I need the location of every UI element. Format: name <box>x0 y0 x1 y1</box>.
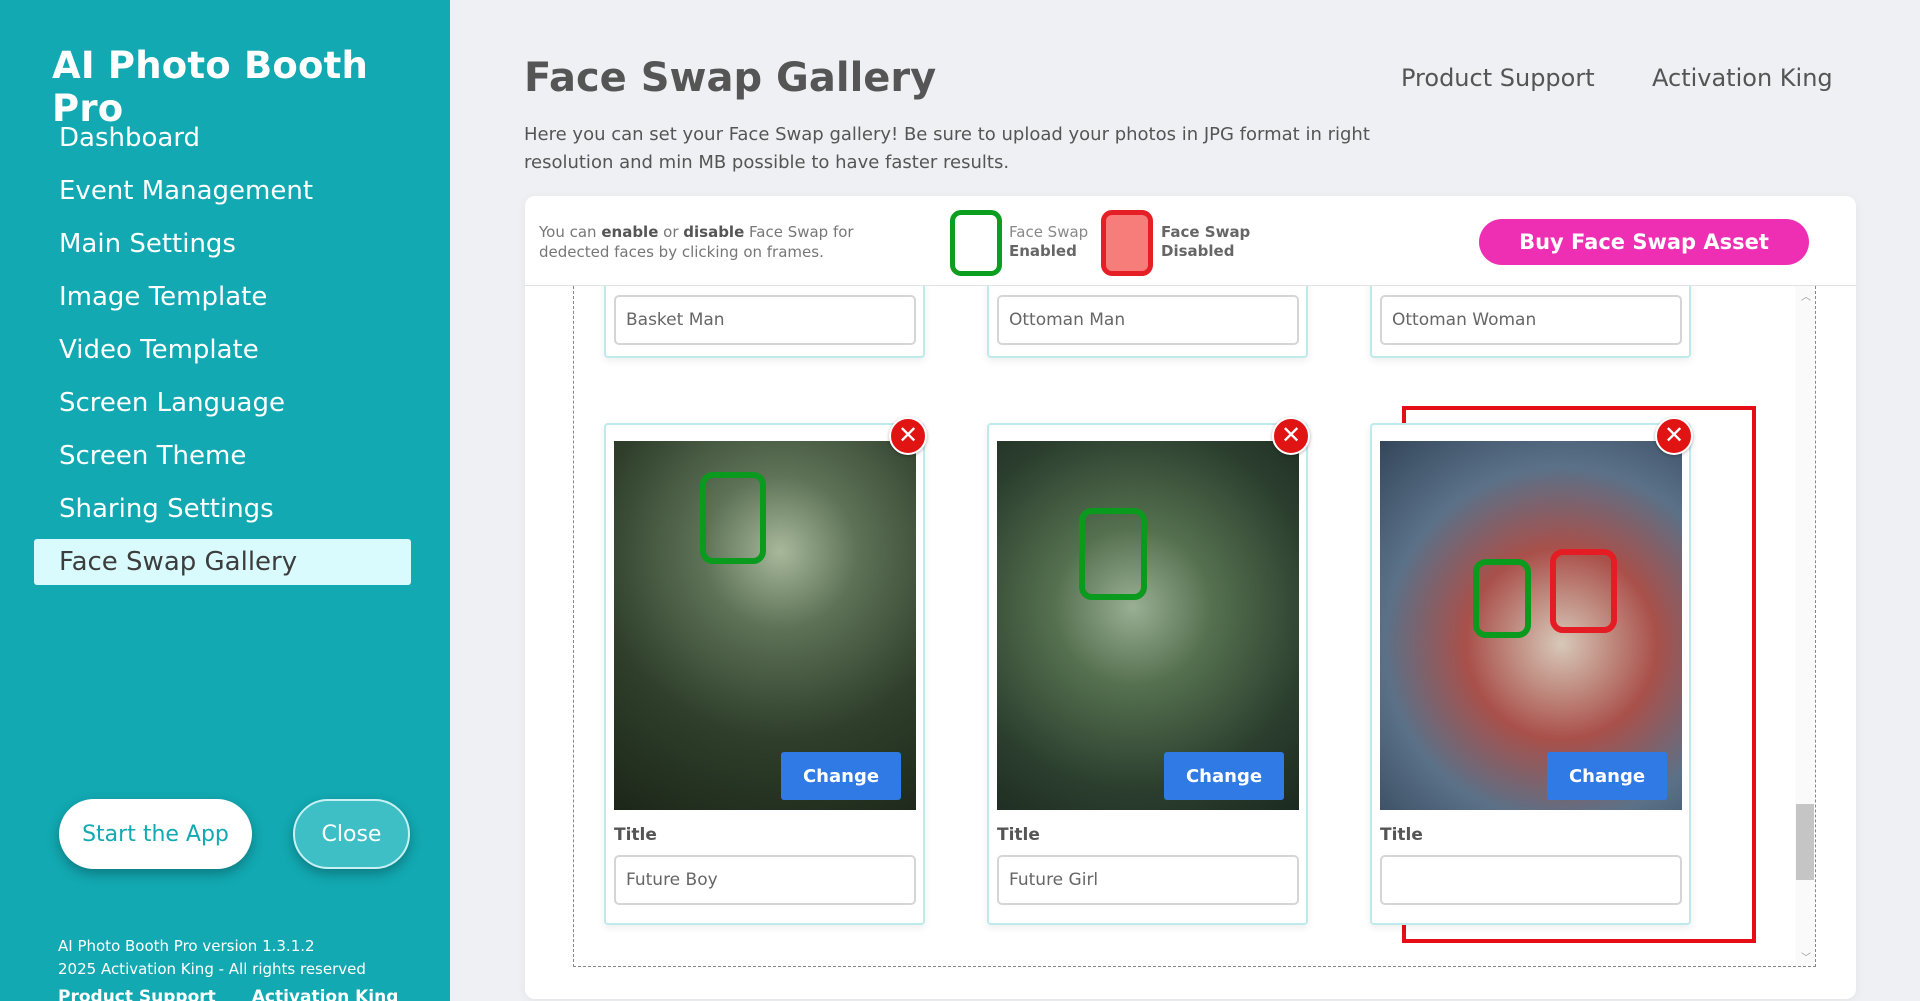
gallery-item: Ottoman Man <box>987 286 1308 358</box>
product-support-link[interactable]: Product Support <box>1401 64 1595 92</box>
remove-icon[interactable]: ✕ <box>1655 417 1693 455</box>
gallery-scroll-area[interactable]: Basket Man Ottoman Man Ottoman Woman Cha… <box>573 286 1816 967</box>
face-frame-enabled[interactable] <box>700 472 766 564</box>
title-label: Title <box>1380 825 1423 845</box>
footer-support-link[interactable]: Product Support <box>58 987 216 1001</box>
sidebar-item-dashboard[interactable]: Dashboard <box>34 115 411 161</box>
face-swap-hint: You can enable or disable Face Swap for … <box>539 223 854 261</box>
gallery-item: Change Title Future Boy ✕ <box>604 417 927 925</box>
copyright-text: 2025 Activation King - All rights reserv… <box>58 960 366 978</box>
legend-enabled-label: Face Swap Enabled <box>1009 223 1089 260</box>
gallery-item: Change Title Future Girl ✕ <box>987 417 1310 925</box>
intro-text: Here you can set your Face Swap gallery!… <box>524 124 1370 173</box>
title-label: Title <box>614 825 657 845</box>
sidebar-item-main-settings[interactable]: Main Settings <box>34 221 411 267</box>
sidebar-nav: Dashboard Event Management Main Settings… <box>34 115 411 592</box>
scrollbar[interactable]: ︿ ﹀ <box>1795 286 1815 966</box>
sidebar-item-video-template[interactable]: Video Template <box>34 327 411 373</box>
title-input[interactable]: Future Girl <box>997 855 1299 905</box>
face-frame-enabled[interactable] <box>1079 508 1147 600</box>
gallery-item: Basket Man <box>604 286 925 358</box>
sidebar-item-screen-language[interactable]: Screen Language <box>34 380 411 426</box>
change-photo-button[interactable]: Change <box>1547 752 1667 800</box>
legend-disabled-label: Face Swap Disabled <box>1161 223 1251 260</box>
activation-king-link[interactable]: Activation King <box>1652 64 1833 92</box>
title-input[interactable] <box>1380 855 1682 905</box>
legend-disabled-swatch <box>1101 210 1153 276</box>
sidebar-footer-links: Product Support Activation King <box>58 987 428 1001</box>
change-photo-button[interactable]: Change <box>781 752 901 800</box>
gallery-item: Ottoman Woman <box>1370 286 1691 358</box>
sidebar-item-event-management[interactable]: Event Management <box>34 168 411 214</box>
title-label: Title <box>997 825 1040 845</box>
gallery-toolbar: You can enable or disable Face Swap for … <box>525 196 1856 286</box>
page-title: Face Swap Gallery <box>524 55 937 101</box>
face-frame-enabled[interactable] <box>1473 559 1531 638</box>
sidebar-footer: AI Photo Booth Pro version 1.3.1.2 2025 … <box>58 935 366 981</box>
version-text: AI Photo Booth Pro version 1.3.1.2 <box>58 937 315 955</box>
buy-face-swap-asset-button[interactable]: Buy Face Swap Asset <box>1479 219 1809 265</box>
gallery-photo: Change <box>997 441 1299 810</box>
title-input[interactable]: Ottoman Woman <box>1380 295 1682 345</box>
gallery-card: You can enable or disable Face Swap for … <box>525 196 1856 999</box>
face-frame-disabled[interactable] <box>1550 549 1617 633</box>
footer-brand-link[interactable]: Activation King <box>252 987 399 1001</box>
sidebar-item-face-swap-gallery[interactable]: Face Swap Gallery <box>34 539 411 585</box>
gallery-item: Change Title ✕ <box>1370 417 1693 925</box>
remove-icon[interactable]: ✕ <box>1272 417 1310 455</box>
scrollbar-thumb[interactable] <box>1796 804 1814 880</box>
title-input[interactable]: Basket Man <box>614 295 916 345</box>
title-input[interactable]: Future Boy <box>614 855 916 905</box>
gallery-photo: Change <box>1380 441 1682 810</box>
scroll-up-icon[interactable]: ︿ <box>1801 288 1811 303</box>
sidebar-item-image-template[interactable]: Image Template <box>34 274 411 320</box>
start-app-button[interactable]: Start the App <box>59 799 252 869</box>
gallery-photo: Change <box>614 441 916 810</box>
scroll-down-icon[interactable]: ﹀ <box>1801 949 1811 964</box>
remove-icon[interactable]: ✕ <box>889 417 927 455</box>
sidebar: AI Photo Booth Pro Dashboard Event Manag… <box>0 0 450 1001</box>
title-input[interactable]: Ottoman Man <box>997 295 1299 345</box>
legend-enabled-swatch <box>950 210 1002 276</box>
change-photo-button[interactable]: Change <box>1164 752 1284 800</box>
sidebar-item-screen-theme[interactable]: Screen Theme <box>34 433 411 479</box>
sidebar-item-sharing-settings[interactable]: Sharing Settings <box>34 486 411 532</box>
close-button[interactable]: Close <box>293 799 410 869</box>
